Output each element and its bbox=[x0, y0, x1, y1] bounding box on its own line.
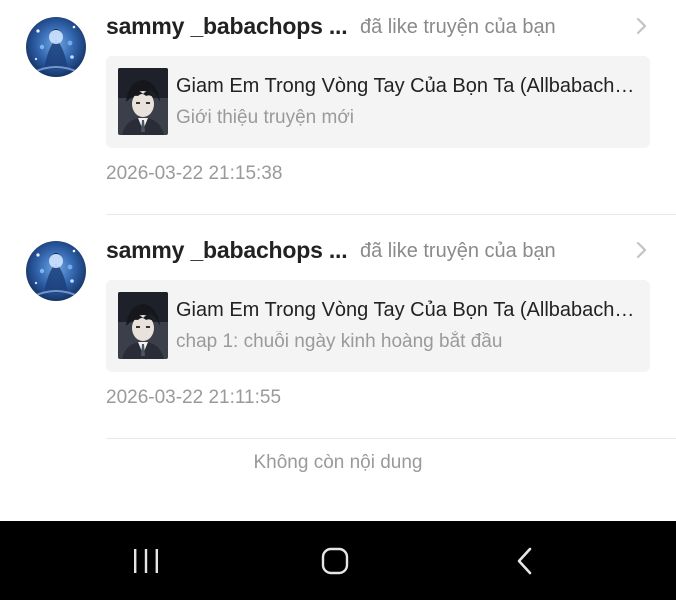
notification-item[interactable]: sammy _babachops ... đã like truyện của … bbox=[0, 0, 676, 215]
story-card[interactable]: Giam Em Trong Vòng Tay Của Bọn Ta (Allba… bbox=[106, 280, 650, 372]
notifications-page: sammy _babachops ... đã like truyện của … bbox=[0, 0, 676, 521]
end-of-list-text: Không còn nội dung bbox=[253, 452, 423, 473]
action-text: đã like truyện của bạn bbox=[360, 240, 556, 262]
username[interactable]: sammy _babachops ... bbox=[106, 237, 348, 264]
story-title: Giam Em Trong Vòng Tay Của Bọn Ta (Allba… bbox=[176, 299, 638, 321]
story-cover bbox=[118, 292, 168, 359]
chevron-right-icon[interactable] bbox=[634, 15, 650, 37]
story-subtitle: Giới thiệu truyện mới bbox=[176, 107, 355, 128]
avatar[interactable] bbox=[26, 17, 86, 77]
divider bbox=[106, 214, 676, 215]
story-subtitle: chap 1: chuỗi ngày kinh hoàng bắt đầu bbox=[176, 331, 503, 352]
notification-item[interactable]: sammy _babachops ... đã like truyện của … bbox=[0, 224, 676, 439]
chevron-right-icon[interactable] bbox=[634, 239, 650, 261]
story-title: Giam Em Trong Vòng Tay Của Bọn Ta (Allba… bbox=[176, 75, 638, 97]
timestamp: 2026-03-22 21:15:38 bbox=[106, 163, 283, 184]
username[interactable]: sammy _babachops ... bbox=[106, 13, 348, 40]
back-icon[interactable] bbox=[465, 521, 585, 600]
timestamp: 2026-03-22 21:11:55 bbox=[106, 387, 282, 408]
recent-apps-icon[interactable] bbox=[86, 521, 206, 600]
story-card[interactable]: Giam Em Trong Vòng Tay Của Bọn Ta (Allba… bbox=[106, 56, 650, 148]
home-icon[interactable] bbox=[275, 521, 395, 600]
story-cover bbox=[118, 68, 168, 135]
divider bbox=[106, 438, 676, 439]
avatar[interactable] bbox=[26, 241, 86, 301]
action-text: đã like truyện của bạn bbox=[360, 16, 556, 38]
system-navigation-bar bbox=[0, 521, 676, 600]
